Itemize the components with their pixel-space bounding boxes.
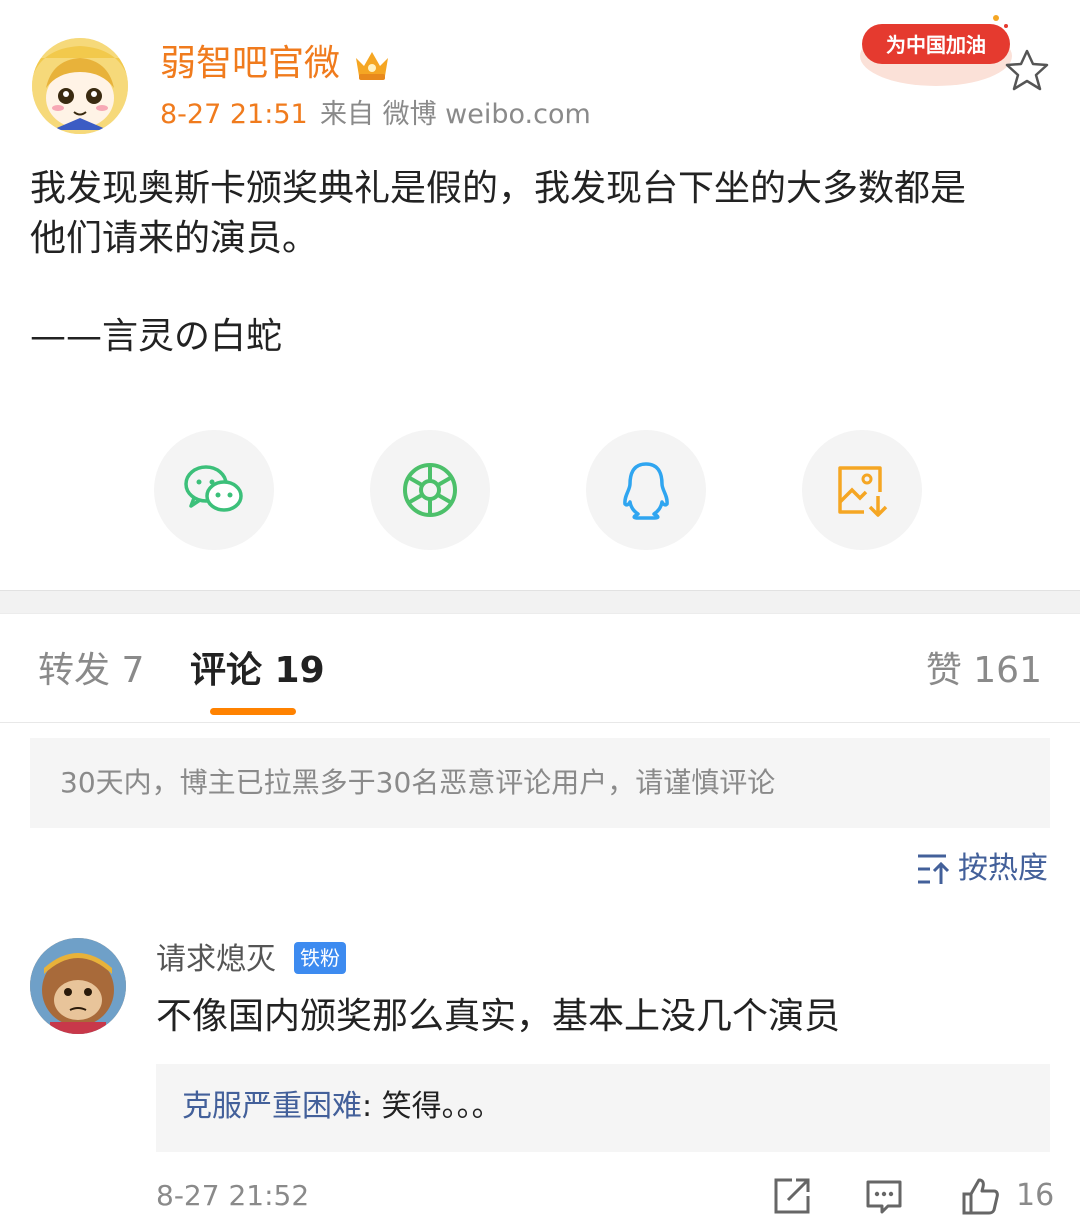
- wechat-icon: [184, 465, 243, 512]
- share-icon: [774, 1178, 810, 1214]
- star-icon[interactable]: [1004, 48, 1050, 92]
- share-moments-button[interactable]: [370, 430, 490, 550]
- sort-label: 按热度: [958, 851, 1048, 886]
- sort-button[interactable]: 按热度: [916, 848, 1048, 890]
- post-signature: ——言灵の白蛇: [30, 316, 283, 357]
- comment-like-count: 16: [1016, 1178, 1055, 1213]
- section-divider: [0, 590, 1080, 614]
- promo-badge-text: 为中国加油: [886, 33, 986, 57]
- tab-repost[interactable]: 转发 7: [38, 646, 144, 696]
- fan-badge: 铁粉: [294, 942, 346, 974]
- comment-text: 不像国内颁奖那么真实，基本上没几个演员: [156, 996, 841, 1037]
- post-source: 来自 微博 weibo.com: [320, 99, 591, 130]
- share-qq-button[interactable]: [586, 430, 706, 550]
- moments-icon: [403, 463, 457, 517]
- comment-time: 8-27 21:52: [156, 1179, 310, 1212]
- share-wechat-button[interactable]: [154, 430, 274, 550]
- reply-comment-button[interactable]: [864, 1176, 904, 1216]
- comment-icon: [866, 1180, 902, 1214]
- share-comment-button[interactable]: [772, 1176, 812, 1216]
- thumbs-up-icon: [962, 1178, 999, 1215]
- active-tab-indicator: [210, 708, 296, 715]
- reply-user[interactable]: 克服严重困难: [182, 1089, 362, 1124]
- promo-badge: 为中国加油: [856, 10, 1016, 92]
- commenter-name[interactable]: 请求熄灭: [156, 938, 276, 982]
- tab-like[interactable]: 赞 161: [926, 646, 1042, 696]
- sort-icon: [918, 854, 950, 884]
- comment-notice: 30天内，博主已拉黑多于30名恶意评论用户，请谨慎评论: [30, 738, 1050, 828]
- tab-bottom-line: [0, 722, 1080, 723]
- reply-text: : 笑得。。。: [362, 1089, 502, 1124]
- like-comment-button[interactable]: [960, 1176, 1000, 1216]
- commenter-avatar[interactable]: [30, 938, 126, 1034]
- post-time: 8-27 21:51: [160, 99, 308, 130]
- author-name[interactable]: 弱智吧官微: [160, 40, 340, 88]
- author-avatar[interactable]: [32, 38, 128, 134]
- tab-comment[interactable]: 评论 19: [190, 646, 325, 696]
- post-body-line: 他们请来的演员。: [30, 218, 319, 259]
- reply-preview[interactable]: 克服严重困难: 笑得。。。: [156, 1064, 1050, 1152]
- save-image-icon: [838, 466, 888, 517]
- crown-badge-icon: [352, 44, 392, 84]
- save-image-button[interactable]: [802, 430, 922, 550]
- post-body-line: 我发现奥斯卡颁奖典礼是假的，我发现台下坐的大多数都是: [30, 168, 967, 209]
- post-body: 我发现奥斯卡颁奖典礼是假的，我发现台下坐的大多数都是 他们请来的演员。: [30, 164, 1050, 264]
- qq-icon: [623, 462, 669, 520]
